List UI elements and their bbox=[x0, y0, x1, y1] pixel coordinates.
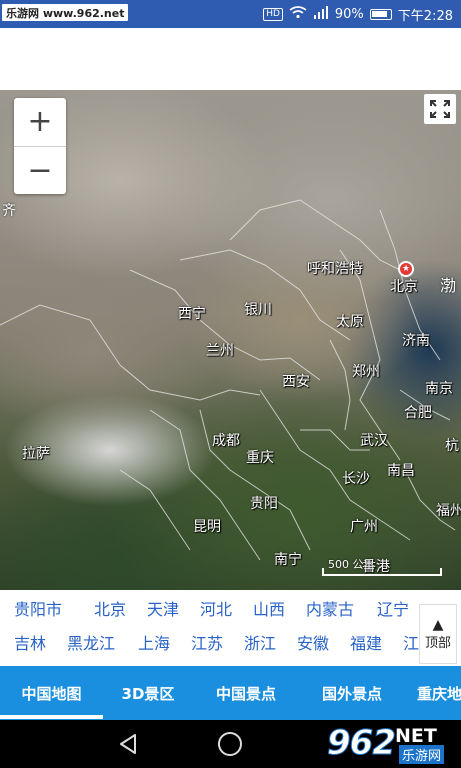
zoom-control: + − bbox=[14, 98, 66, 194]
province-link[interactable]: 安徽 bbox=[297, 630, 329, 654]
city-zhengzhou[interactable]: 郑州 bbox=[352, 361, 380, 381]
city-chongqing[interactable]: 重庆 bbox=[246, 447, 274, 467]
logo-net: NET bbox=[395, 725, 437, 747]
tab-indicator bbox=[0, 715, 103, 719]
city-guangzhou[interactable]: 广州 bbox=[350, 516, 378, 536]
signal-icon bbox=[313, 5, 329, 23]
clock: 下午2:28 bbox=[397, 8, 453, 24]
battery-percent: 90% bbox=[334, 6, 364, 22]
header-space bbox=[0, 28, 461, 90]
city-chengdu[interactable]: 成都 bbox=[212, 430, 240, 450]
city-beijing[interactable]: 北京 bbox=[390, 276, 418, 296]
logo-number: 962 bbox=[327, 723, 397, 764]
city-nanjing[interactable]: 南京 bbox=[425, 378, 453, 398]
tab-china-attractions[interactable]: 中国景点 bbox=[193, 666, 299, 720]
city-nanchang[interactable]: 南昌 bbox=[387, 460, 415, 480]
satellite-map[interactable]: + − 呼和浩特 ★ 北京 西宁 银川 太原 济南 兰州 郑州 西安 南京 合肥… bbox=[0, 90, 461, 590]
city-fuzhou[interactable]: 福州 bbox=[436, 500, 461, 520]
province-link[interactable]: 北京 bbox=[94, 596, 126, 620]
city-taiyuan[interactable]: 太原 bbox=[336, 311, 364, 331]
zoom-out-button[interactable]: − bbox=[14, 146, 66, 194]
zoom-in-button[interactable]: + bbox=[14, 98, 66, 146]
battery-icon bbox=[369, 8, 392, 20]
city-kunming[interactable]: 昆明 bbox=[193, 516, 221, 536]
home-icon[interactable] bbox=[218, 732, 242, 756]
province-link[interactable]: 江 bbox=[403, 630, 419, 654]
city-nanning[interactable]: 南宁 bbox=[274, 549, 302, 569]
city-hefei[interactable]: 合肥 bbox=[404, 402, 432, 422]
province-link[interactable]: 辽宁 bbox=[377, 596, 409, 620]
arrow-up-icon: ▲ bbox=[432, 616, 444, 633]
province-link[interactable]: 江苏 bbox=[191, 630, 223, 654]
city-wuhan[interactable]: 武汉 bbox=[360, 430, 388, 450]
back-to-top-label: 顶部 bbox=[424, 635, 451, 651]
back-icon[interactable] bbox=[118, 733, 138, 755]
province-link[interactable]: 福建 bbox=[350, 630, 382, 654]
system-nav-bar: 962 NET 乐游网 bbox=[0, 720, 461, 768]
logo-cn: 乐游网 bbox=[399, 745, 445, 764]
tab-foreign-attractions[interactable]: 国外景点 bbox=[299, 666, 405, 720]
fullscreen-button[interactable] bbox=[424, 94, 456, 124]
watermark-label: 乐游网 www.962.net bbox=[2, 4, 129, 21]
city-lhasa[interactable]: 拉萨 bbox=[22, 443, 50, 463]
city-hangzhou[interactable]: 杭 bbox=[445, 435, 459, 455]
city-xining[interactable]: 西宁 bbox=[178, 303, 206, 323]
city-changsha[interactable]: 长沙 bbox=[342, 468, 370, 488]
province-list: 贵阳市 北京 天津 河北 山西 内蒙古 辽宁 吉林 黑龙江 上海 江苏 浙江 安… bbox=[0, 590, 461, 666]
wifi-icon bbox=[289, 5, 307, 23]
province-link[interactable]: 天津 bbox=[147, 596, 179, 620]
city-lanzhou[interactable]: 兰州 bbox=[206, 340, 234, 360]
province-link[interactable]: 山西 bbox=[253, 596, 285, 620]
province-link[interactable]: 浙江 bbox=[244, 630, 276, 654]
site-logo: 962 NET 乐游网 bbox=[327, 723, 455, 765]
region-label-west: 齐 bbox=[2, 203, 16, 219]
city-yinchuan[interactable]: 银川 bbox=[244, 299, 272, 319]
tab-chongqing[interactable]: 重庆地 bbox=[405, 666, 461, 720]
hd-icon: HD bbox=[263, 7, 283, 21]
province-link[interactable]: 黑龙江 bbox=[67, 630, 115, 654]
region-label-bohai: 渤 bbox=[440, 276, 457, 295]
app-root: 乐游网 www.962.net HD 90% 下午2:28 + − 呼和浩特 ★… bbox=[0, 0, 461, 768]
status-bar: 乐游网 www.962.net HD 90% 下午2:28 bbox=[0, 0, 461, 28]
province-link[interactable]: 内蒙古 bbox=[306, 596, 354, 620]
province-link[interactable]: 上海 bbox=[138, 630, 170, 654]
province-link[interactable]: 吉林 bbox=[14, 630, 46, 654]
status-icons: HD 90% 下午2:28 bbox=[263, 0, 453, 28]
map-scale: 500 公里 bbox=[322, 556, 442, 578]
tab-3d-scenic[interactable]: 3D景区 bbox=[103, 666, 193, 720]
capital-star-icon: ★ bbox=[398, 261, 414, 277]
fullscreen-icon bbox=[430, 100, 450, 118]
tab-bar: 中国地图 3D景区 中国景点 国外景点 重庆地 bbox=[0, 666, 461, 720]
city-guiyang[interactable]: 贵阳 bbox=[250, 493, 278, 513]
city-hohhot[interactable]: 呼和浩特 bbox=[307, 258, 363, 278]
city-jinan[interactable]: 济南 bbox=[402, 330, 430, 350]
tab-china-map[interactable]: 中国地图 bbox=[0, 666, 103, 720]
back-to-top-button[interactable]: ▲ 顶部 bbox=[419, 604, 457, 664]
province-link[interactable]: 河北 bbox=[200, 596, 232, 620]
province-link[interactable]: 贵阳市 bbox=[14, 596, 62, 620]
scale-bar bbox=[322, 568, 442, 576]
city-xian[interactable]: 西安 bbox=[282, 371, 310, 391]
